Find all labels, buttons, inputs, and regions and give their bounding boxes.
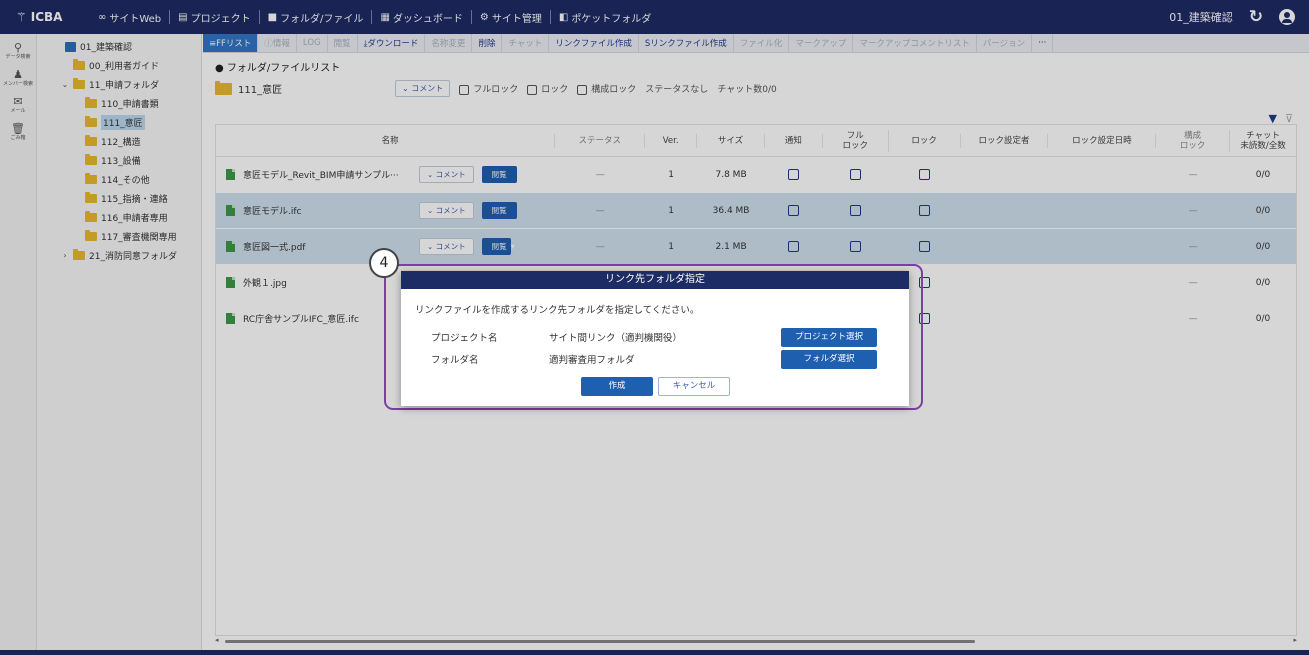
dialog-message: リンクファイルを作成するリンク先フォルダを指定してください。 xyxy=(415,305,700,316)
link-folder-dialog: リンク先フォルダ指定 リンクファイルを作成するリンク先フォルダを指定してください… xyxy=(401,271,909,406)
folder-name-value: 適判審査用フォルダ xyxy=(549,355,635,366)
cancel-button[interactable]: キャンセル xyxy=(658,377,730,396)
create-button[interactable]: 作成 xyxy=(581,377,653,396)
select-folder-button[interactable]: フォルダ選択 xyxy=(781,350,877,369)
step-number-badge: 4 xyxy=(369,248,399,278)
folder-name-label: フォルダ名 xyxy=(431,355,479,366)
select-project-button[interactable]: プロジェクト選択 xyxy=(781,328,877,347)
project-name-label: プロジェクト名 xyxy=(431,333,498,344)
dialog-title: リンク先フォルダ指定 xyxy=(401,271,909,289)
project-name-value: サイト間リンク（適判機関役） xyxy=(549,333,683,344)
